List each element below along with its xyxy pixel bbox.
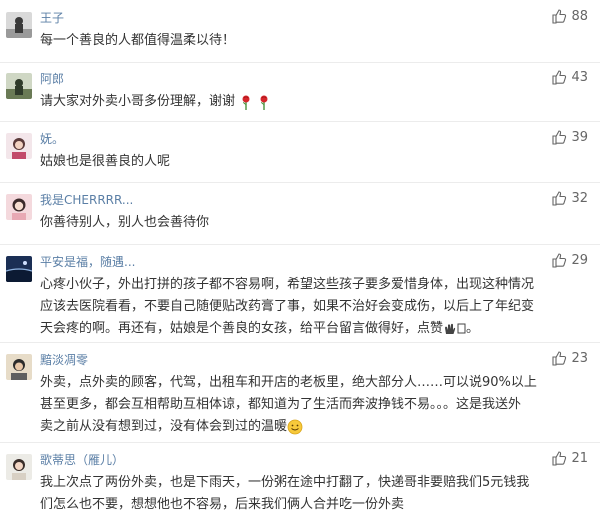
comment-line: 每一个善良的人都值得温柔以待！ xyxy=(40,33,236,48)
thumbs-up-icon xyxy=(552,253,567,268)
divider xyxy=(0,182,600,183)
username[interactable]: 歌蒂思（雁儿） xyxy=(40,451,124,468)
avatar[interactable] xyxy=(6,256,32,282)
thumbs-up-icon xyxy=(552,351,567,366)
comment-line: 甚至更多，都会互相帮助互相体谅，都知道为了生活而奔波挣钱不易。。。这是我送外 xyxy=(40,397,522,412)
avatar[interactable] xyxy=(6,133,32,159)
like-button[interactable]: 21 xyxy=(551,450,588,466)
like-button[interactable]: 43 xyxy=(551,69,588,85)
comment-text: 每一个善良的人都值得温柔以待！ xyxy=(40,30,588,52)
avatar[interactable] xyxy=(6,194,32,220)
comment-text: 你善待别人，别人也会善待你 xyxy=(40,212,588,234)
like-count: 43 xyxy=(571,69,588,85)
clap-emoji-icon xyxy=(445,323,456,334)
comment-line: 卖之前从没有想到过，没有体会到过的温暖 xyxy=(40,419,288,434)
avatar[interactable] xyxy=(6,454,32,480)
smile-emoji-icon xyxy=(287,419,303,434)
thumbs-up-icon xyxy=(552,130,567,145)
username[interactable]: 妩。 xyxy=(40,130,64,147)
avatar[interactable] xyxy=(6,354,32,380)
rose-emoji-icon xyxy=(242,95,250,110)
avatar[interactable] xyxy=(6,73,32,99)
username[interactable]: 黯淡凋零 xyxy=(40,351,88,368)
comment-text: 我上次点了两份外卖，也是下雨天，一份粥在途中打翻了，快递哥非要赔我们5元钱我 们… xyxy=(40,472,588,516)
like-count: 32 xyxy=(571,190,588,206)
thumbs-up-icon xyxy=(552,191,567,206)
comment-line: 外卖，点外卖的顾客，代驾，出租车和开店的老板里，绝大部分人……可以说90%以上 xyxy=(40,375,537,390)
box-glyph-icon xyxy=(457,323,466,334)
comment-line: 我上次点了两份外卖，也是下雨天，一份粥在途中打翻了，快递哥非要赔我们5元钱我 xyxy=(40,475,530,490)
like-count: 39 xyxy=(571,129,588,145)
username[interactable]: 平安是福，随遇... xyxy=(40,253,135,270)
username[interactable]: 阿郎 xyxy=(40,70,64,87)
comment-line: 心疼小伙子，外出打拼的孩子都不容易啊，希望这些孩子要多爱惜身体，出现这种情况 xyxy=(40,277,535,292)
thumbs-up-icon xyxy=(552,70,567,85)
comment-text: 姑娘也是很善良的人呢 xyxy=(40,151,588,173)
divider xyxy=(0,442,600,443)
comment-line: 姑娘也是很善良的人呢 xyxy=(40,154,171,169)
like-button[interactable]: 29 xyxy=(551,252,588,268)
like-button[interactable]: 32 xyxy=(551,190,588,206)
thumbs-up-icon xyxy=(552,451,567,466)
divider xyxy=(0,244,600,245)
like-button[interactable]: 88 xyxy=(551,8,588,24)
thumbs-up-icon xyxy=(552,9,567,24)
like-count: 21 xyxy=(571,450,588,466)
comment-line: 们怎么也不要，想想他也不容易，后来我们俩人合并吃一份外卖 xyxy=(40,497,405,512)
comment-text: 外卖，点外卖的顾客，代驾，出租车和开店的老板里，绝大部分人……可以说90%以上 … xyxy=(40,372,588,438)
like-count: 23 xyxy=(571,350,588,366)
comment-text: 心疼小伙子，外出打拼的孩子都不容易啊，希望这些孩子要多爱惜身体，出现这种情况 应… xyxy=(40,274,588,340)
username[interactable]: 王子 xyxy=(40,9,64,26)
comment-line: 请大家对外卖小哥多份理解，谢谢 xyxy=(40,94,236,109)
comment-text: 请大家对外卖小哥多份理解，谢谢 xyxy=(40,91,588,113)
comment-line: 你善待别人，别人也会善待你 xyxy=(40,215,210,230)
divider xyxy=(0,342,600,343)
like-count: 29 xyxy=(571,252,588,268)
comment-line: 天会疼的啊。再还有，姑娘是个善良的女孩，给平台留言做得好，点赞 xyxy=(40,321,444,336)
rose-emoji-icon xyxy=(260,95,268,110)
avatar[interactable] xyxy=(6,12,32,38)
like-count: 88 xyxy=(571,8,588,24)
divider xyxy=(0,62,600,63)
like-button[interactable]: 39 xyxy=(551,129,588,145)
divider xyxy=(0,121,600,122)
comment-line: 应该去医院看看，不要自己随便贴改药膏了事，如果不治好会变成伤，以后上了年纪变 xyxy=(40,299,535,314)
like-button[interactable]: 23 xyxy=(551,350,588,366)
username[interactable]: 我是CHERRRR... xyxy=(40,191,133,208)
